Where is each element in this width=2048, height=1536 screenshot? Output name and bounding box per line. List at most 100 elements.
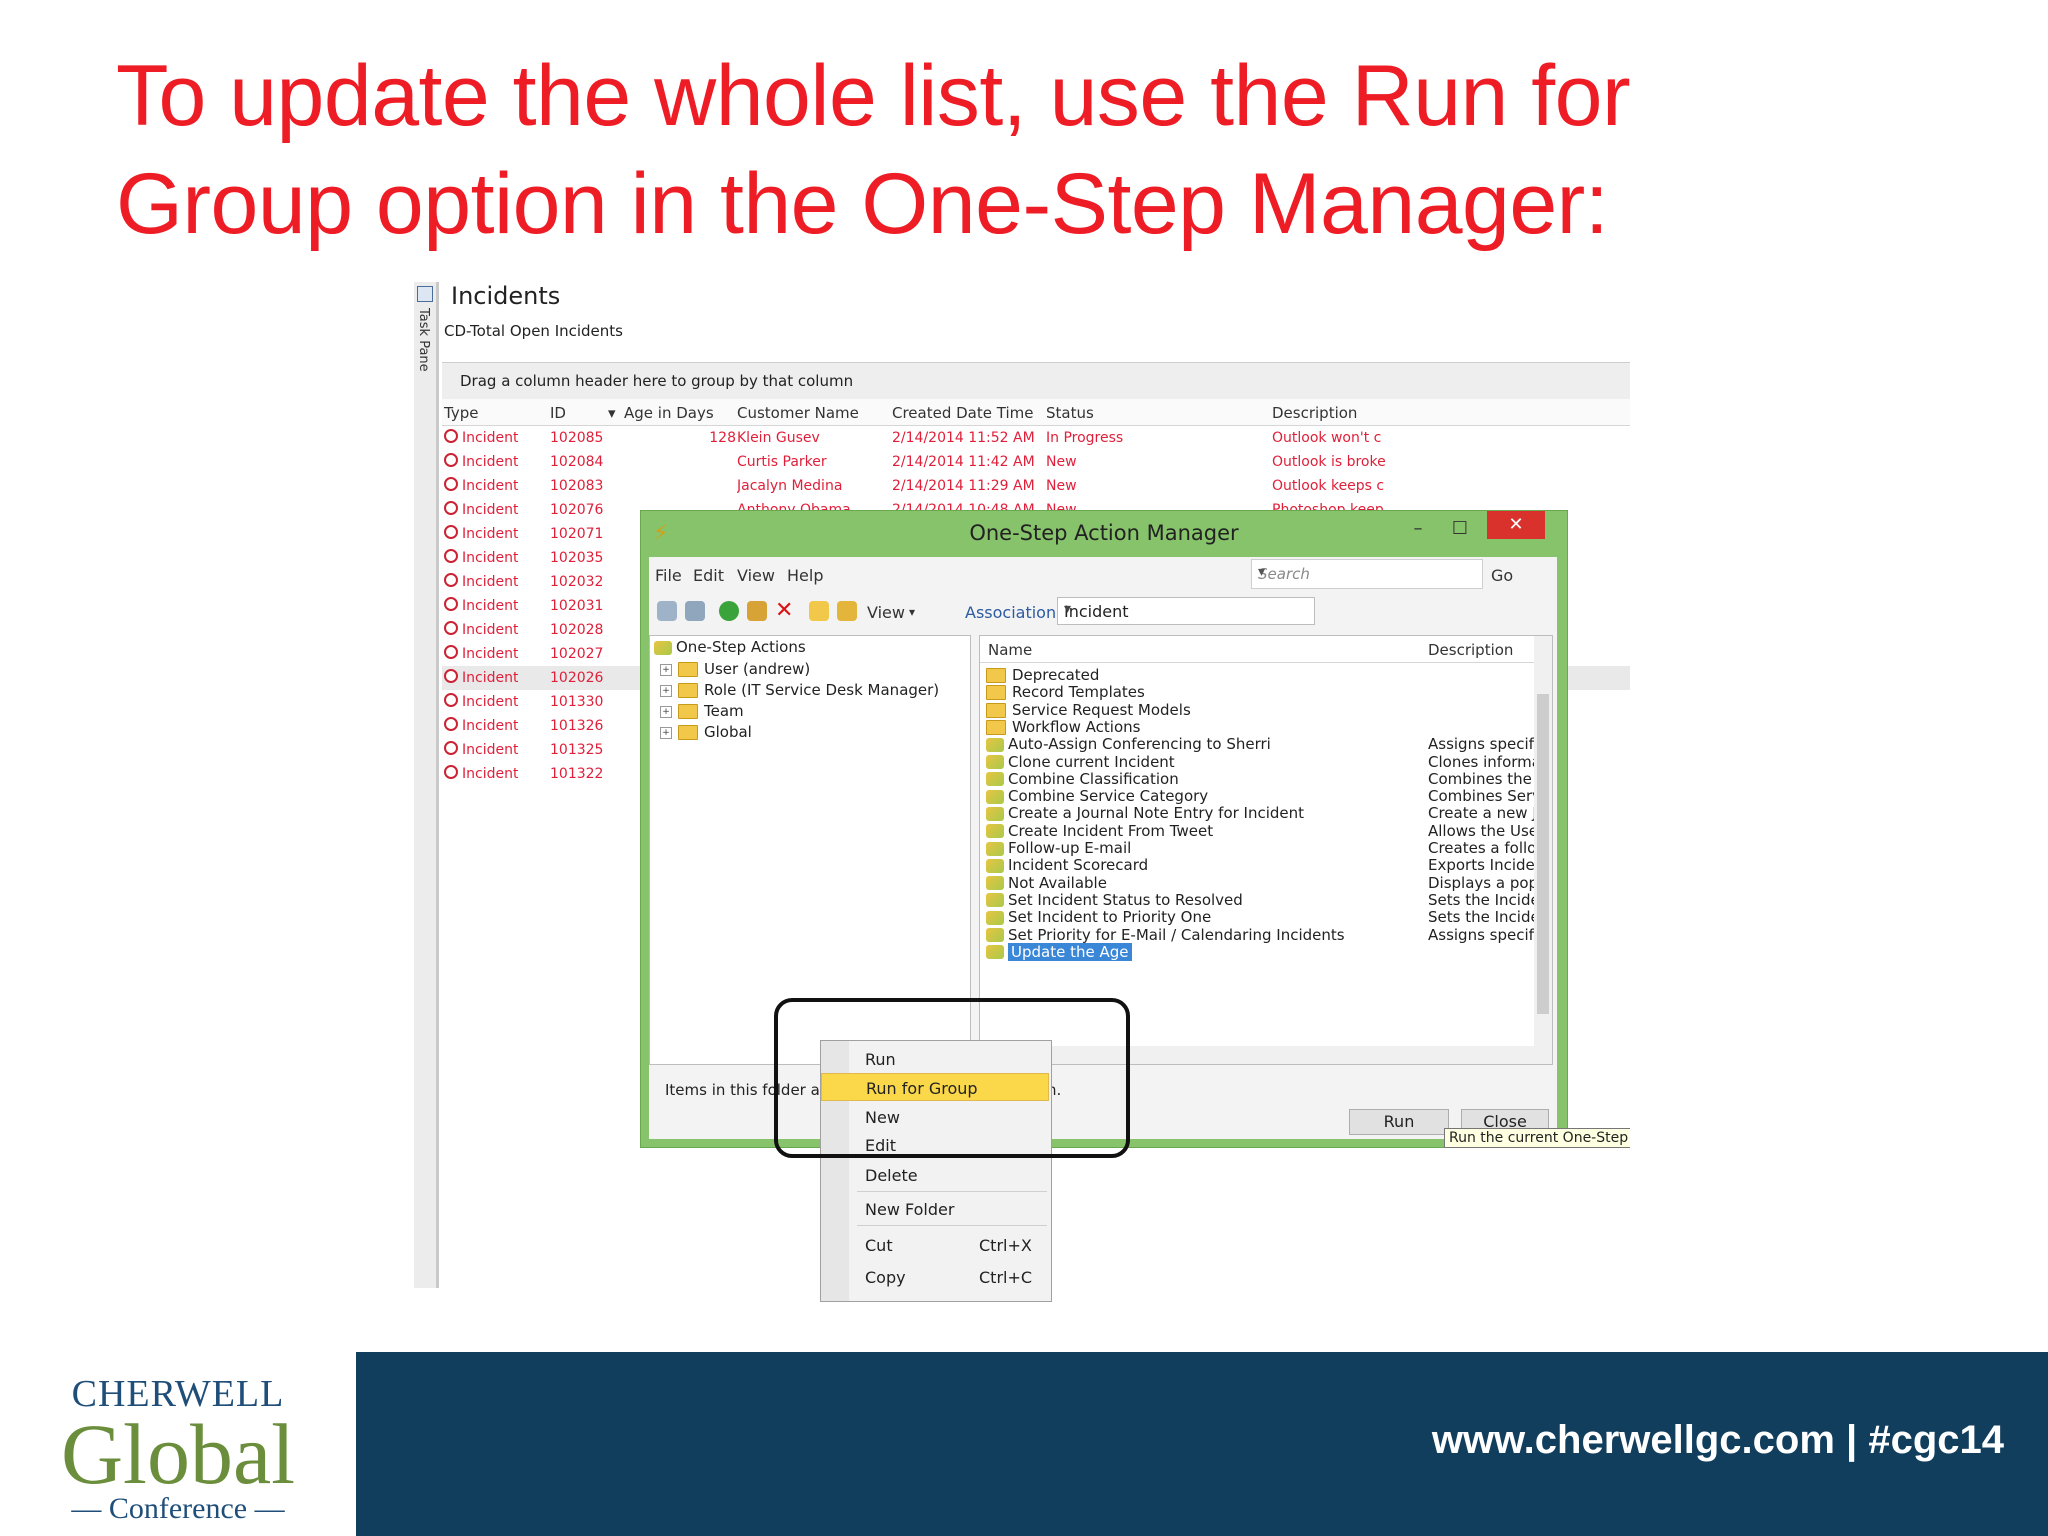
tree-node-user[interactable]: + User (andrew)	[660, 660, 810, 678]
logo-main-text: Global	[60, 1406, 296, 1502]
cell-customer: Jacalyn Medina	[737, 478, 843, 494]
view-chevron-icon[interactable]: ▾	[909, 605, 915, 619]
tree-node-role[interactable]: + Role (IT Service Desk Manager)	[660, 681, 939, 699]
cell-desc: Outlook is broke	[1272, 454, 1386, 470]
cell-created: 2/14/2014 11:42 AM	[892, 454, 1035, 470]
column-header-description[interactable]: Description	[1272, 404, 1357, 422]
column-header-created[interactable]: Created Date Time	[892, 404, 1033, 422]
cell-status: In Progress	[1046, 430, 1124, 446]
menu-item-cut[interactable]: Cut Ctrl+X	[821, 1231, 1049, 1259]
incident-icon	[444, 741, 458, 755]
cell-age: 128	[709, 430, 736, 446]
column-header-name[interactable]: Name	[988, 641, 1032, 659]
edit-pencil-icon[interactable]	[747, 601, 767, 621]
incident-icon	[444, 549, 458, 563]
cell-id: 102026	[550, 670, 604, 686]
cell-type: Incident	[462, 670, 519, 686]
association-label: Association:	[965, 603, 1062, 622]
menu-item-copy[interactable]: Copy Ctrl+C	[821, 1263, 1049, 1291]
column-header-desc[interactable]: Description	[1428, 641, 1513, 659]
cell-id: 102085	[550, 430, 604, 446]
incident-icon	[444, 477, 458, 491]
menu-help[interactable]: Help	[787, 566, 823, 585]
vertical-scrollbar[interactable]	[1534, 636, 1552, 1046]
cell-type: Incident	[462, 646, 519, 662]
tree-node-global[interactable]: + Global	[660, 723, 752, 741]
cell-type: Incident	[462, 742, 519, 758]
cell-id: 102071	[550, 526, 604, 542]
menu-file[interactable]: File	[655, 566, 682, 585]
expand-icon[interactable]: +	[660, 705, 672, 718]
cell-created: 2/14/2014 11:29 AM	[892, 478, 1035, 494]
tree-node-team[interactable]: + Team	[660, 702, 744, 720]
cell-id: 102076	[550, 502, 604, 518]
column-header-type[interactable]: Type	[444, 404, 478, 422]
column-header-id[interactable]: ID	[550, 404, 566, 422]
run-button[interactable]: Run	[1349, 1109, 1449, 1135]
tree-root[interactable]: One-Step Actions	[654, 638, 806, 656]
refresh-icon[interactable]	[657, 601, 677, 621]
chevron-down-icon[interactable]: ▾	[1258, 564, 1476, 580]
tooltip: Run the current One-Step for the current…	[1444, 1128, 1630, 1148]
group-by-bar[interactable]: Drag a column header here to group by th…	[442, 362, 1630, 400]
scroll-thumb[interactable]	[1537, 694, 1549, 1014]
cell-status: New	[1046, 478, 1077, 494]
incident-icon	[444, 765, 458, 779]
association-select[interactable]: Incident ▾	[1057, 597, 1315, 625]
expand-icon[interactable]: +	[660, 684, 672, 697]
list-item[interactable]: Update the Age	[980, 941, 1540, 963]
menu-item-new[interactable]: New	[821, 1103, 1049, 1131]
cell-id: 102084	[550, 454, 604, 470]
horizontal-scrollbar[interactable]	[980, 1046, 1552, 1064]
search-input[interactable]: Search ▾	[1251, 559, 1483, 589]
delete-icon[interactable]: ✕	[775, 600, 795, 622]
incident-icon	[444, 501, 458, 515]
table-row[interactable]: Incident 102085 128 Klein Gusev 2/14/2014 11…	[442, 426, 1630, 450]
menu-view[interactable]: View	[737, 566, 775, 585]
incident-icon	[444, 693, 458, 707]
minimize-button[interactable]: –	[1403, 515, 1433, 543]
expand-icon[interactable]: +	[660, 726, 672, 739]
column-header-age[interactable]: Age in Days	[624, 404, 714, 422]
add-icon[interactable]	[719, 601, 739, 621]
dialog-menubar: File Edit View Help Search ▾ Go	[649, 557, 1557, 591]
view-dropdown[interactable]: View	[867, 603, 905, 622]
table-row[interactable]: Incident 102083 Jacalyn Medina 2/14/2014 11…	[442, 474, 1630, 498]
column-header-customer[interactable]: Customer Name	[737, 404, 859, 422]
incidents-subtitle: CD-Total Open Incidents	[444, 322, 623, 340]
cell-id: 102031	[550, 598, 604, 614]
cell-type: Incident	[462, 694, 519, 710]
incident-icon	[444, 621, 458, 635]
cell-id: 102027	[550, 646, 604, 662]
menu-edit[interactable]: Edit	[693, 566, 724, 585]
close-window-button[interactable]: ✕	[1487, 511, 1545, 539]
new-folder-icon[interactable]	[837, 601, 857, 621]
dialog-titlebar[interactable]: ⚡ One-Step Action Manager – ☐ ✕	[641, 511, 1567, 557]
maximize-button[interactable]: ☐	[1445, 515, 1475, 543]
cell-id: 101325	[550, 742, 604, 758]
cell-status: New	[1046, 454, 1077, 470]
slide-title-line-1: To update the whole list, use the Run fo…	[116, 48, 1631, 144]
cell-desc: Outlook keeps c	[1272, 478, 1385, 494]
expand-icon[interactable]: +	[660, 663, 672, 676]
group-by-hint: Drag a column header here to group by th…	[460, 372, 854, 390]
action-list-header: Name Description	[980, 636, 1552, 663]
table-row[interactable]: Incident 102084 Curtis Parker 2/14/2014 11:…	[442, 450, 1630, 474]
go-button[interactable]: Go	[1491, 566, 1513, 585]
import-icon[interactable]	[685, 601, 705, 621]
cell-desc: Outlook won't c	[1272, 430, 1382, 446]
cell-id: 102028	[550, 622, 604, 638]
menu-item-run-for-group[interactable]: Run for Group	[821, 1073, 1049, 1101]
cell-customer: Klein Gusev	[737, 430, 820, 446]
menu-item-run[interactable]: Run	[821, 1045, 1049, 1073]
task-pane[interactable]: Task Pane	[414, 282, 439, 1288]
menu-item-edit[interactable]: Edit	[821, 1131, 1049, 1159]
cell-type: Incident	[462, 718, 519, 734]
column-header-status[interactable]: Status	[1046, 404, 1094, 422]
menu-item-delete[interactable]: Delete	[821, 1161, 1049, 1189]
task-pane-icon[interactable]	[417, 286, 433, 302]
task-pane-label: Task Pane	[416, 308, 431, 372]
cell-id: 101330	[550, 694, 604, 710]
folder-icon[interactable]	[809, 601, 829, 621]
menu-item-new-folder[interactable]: New Folder	[821, 1195, 1049, 1223]
